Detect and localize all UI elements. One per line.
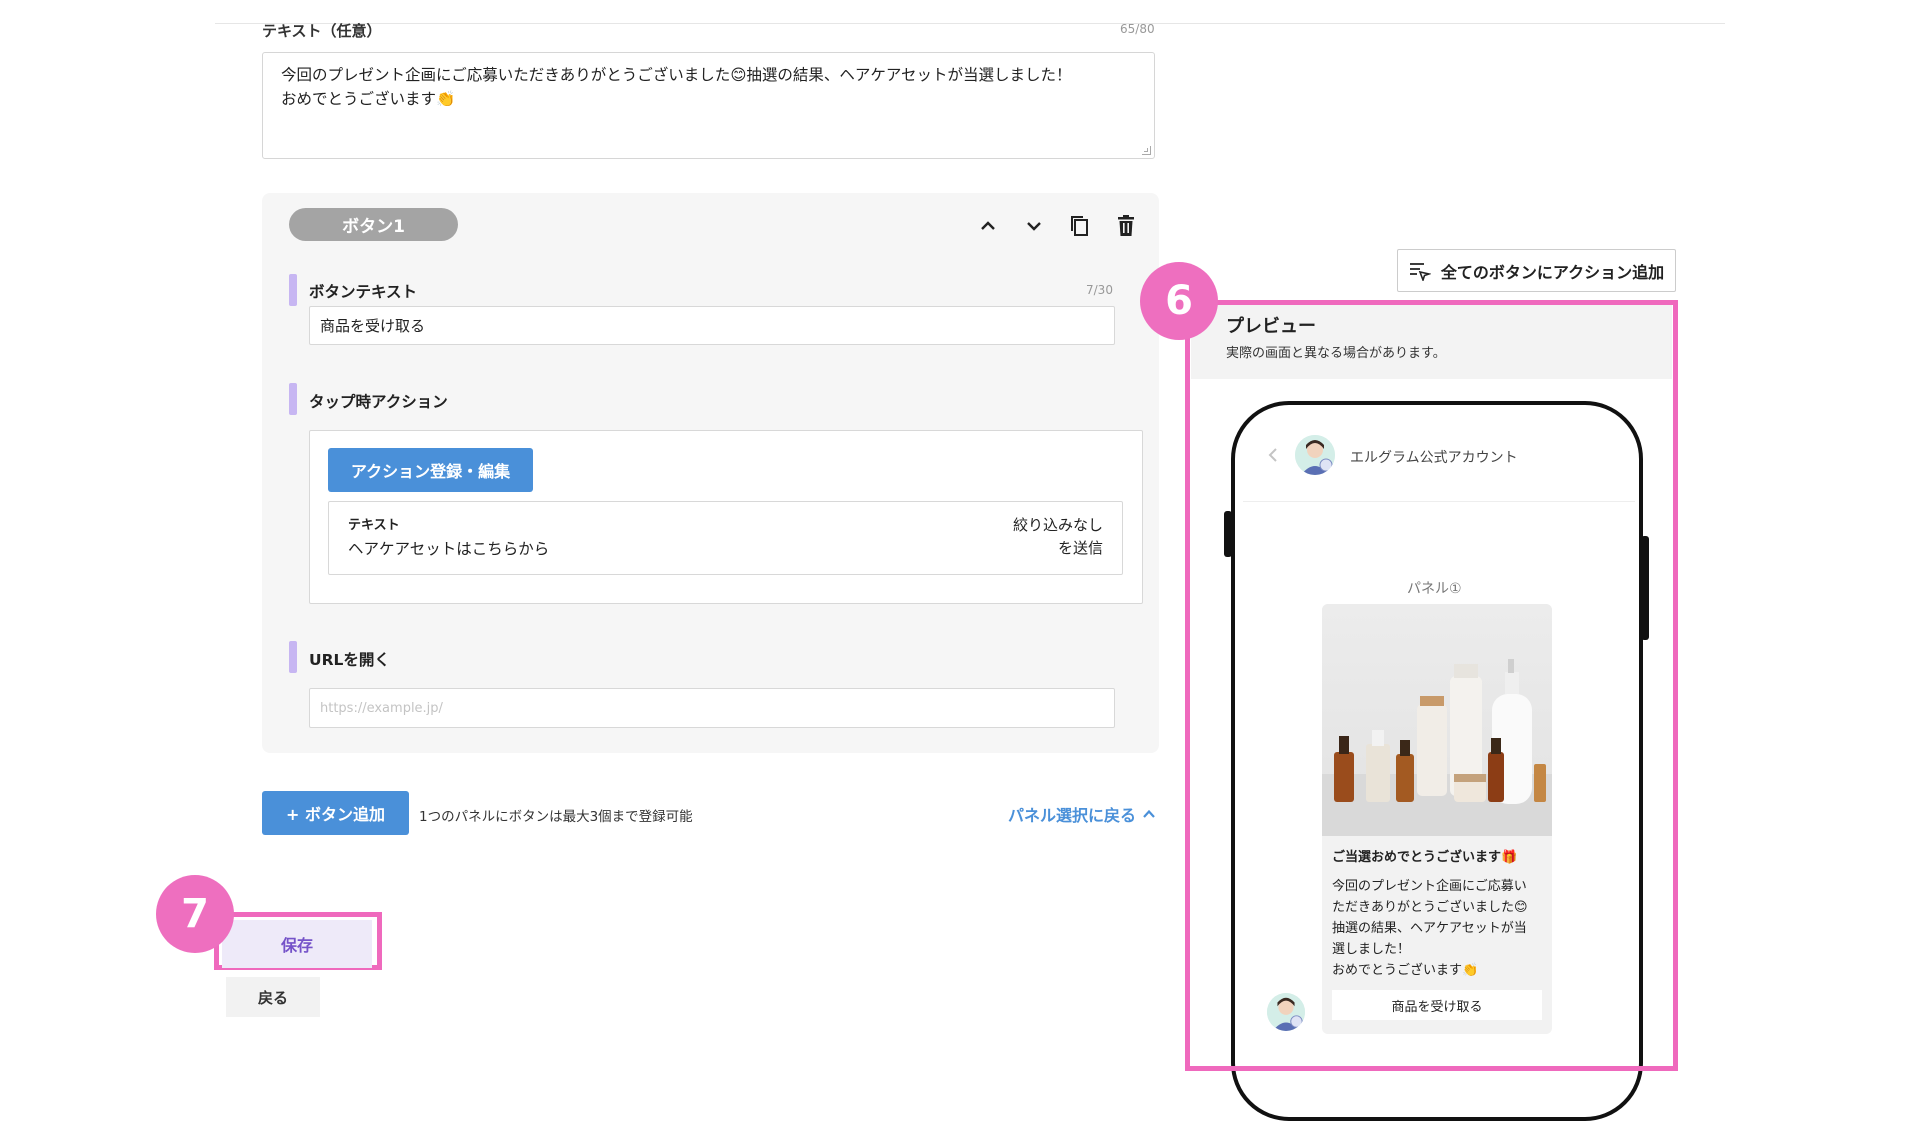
add-button-button[interactable]: + ボタン追加 <box>262 791 409 835</box>
button-text-label: ボタンテキスト <box>309 283 418 301</box>
top-divider <box>215 23 1725 24</box>
section-marker <box>289 641 297 673</box>
section-marker <box>289 274 297 306</box>
trash-icon <box>1118 215 1134 236</box>
message-line: おめでとうございます👏 <box>281 90 456 108</box>
add-action-to-all-buttons[interactable]: 全てのボタンにアクション追加 <box>1397 249 1676 292</box>
back-button[interactable]: 戻る <box>226 977 320 1017</box>
url-input[interactable]: https://example.jp/ <box>309 688 1115 728</box>
duplicate-button[interactable] <box>1065 211 1095 241</box>
button-text-counter: 7/30 <box>1086 283 1113 297</box>
action-filter: 絞り込みなし <box>1012 516 1103 534</box>
preview-highlight-frame <box>1185 300 1678 1071</box>
chevron-up-icon <box>981 221 995 230</box>
copy-icon <box>1071 216 1088 236</box>
message-line: 今回のプレゼント企画にご応募いただきありがとうございました😊抽選の結果、ヘアケア… <box>281 66 1072 84</box>
back-to-panel-link[interactable]: パネル選択に戻る <box>1008 802 1156 826</box>
message-textarea[interactable]: 今回のプレゼント企画にご応募いただきありがとうございました😊抽選の結果、ヘアケア… <box>262 52 1155 159</box>
section-marker <box>289 383 297 415</box>
step-badge-6: 6 <box>1140 262 1218 340</box>
chevron-up-icon <box>1143 809 1155 818</box>
url-label: URLを開く <box>309 651 390 669</box>
button-number-pill: ボタン1 <box>289 208 458 241</box>
action-send: を送信 <box>1057 539 1103 557</box>
button-limit-note: 1つのパネルにボタンは最大3個まで登録可能 <box>419 809 693 825</box>
step-badge-7: 7 <box>156 875 234 953</box>
text-field-label: テキスト（任意） <box>262 22 382 40</box>
resize-grip-icon[interactable] <box>1142 146 1151 155</box>
action-value: ヘアケアセットはこちらから <box>348 540 550 558</box>
tap-action-label: タップ時アクション <box>309 393 448 411</box>
delete-button[interactable] <box>1111 211 1141 241</box>
move-up-button[interactable] <box>973 211 1003 241</box>
button-text-input[interactable]: 商品を受け取る <box>309 306 1115 345</box>
filter-add-icon <box>1409 262 1431 281</box>
back-to-panel-label: パネル選択に戻る <box>1008 806 1137 825</box>
action-type: テキスト <box>348 518 400 533</box>
add-action-to-all-label: 全てのボタンにアクション追加 <box>1440 262 1665 282</box>
chevron-down-icon <box>1027 222 1041 231</box>
move-down-button[interactable] <box>1019 211 1049 241</box>
action-card: テキスト ヘアケアセットはこちらから 絞り込みなし を送信 <box>328 501 1123 575</box>
action-edit-button[interactable]: アクション登録・編集 <box>328 448 533 492</box>
text-field-counter: 65/80 <box>1120 22 1155 36</box>
save-button[interactable]: 保存 <box>222 920 372 968</box>
